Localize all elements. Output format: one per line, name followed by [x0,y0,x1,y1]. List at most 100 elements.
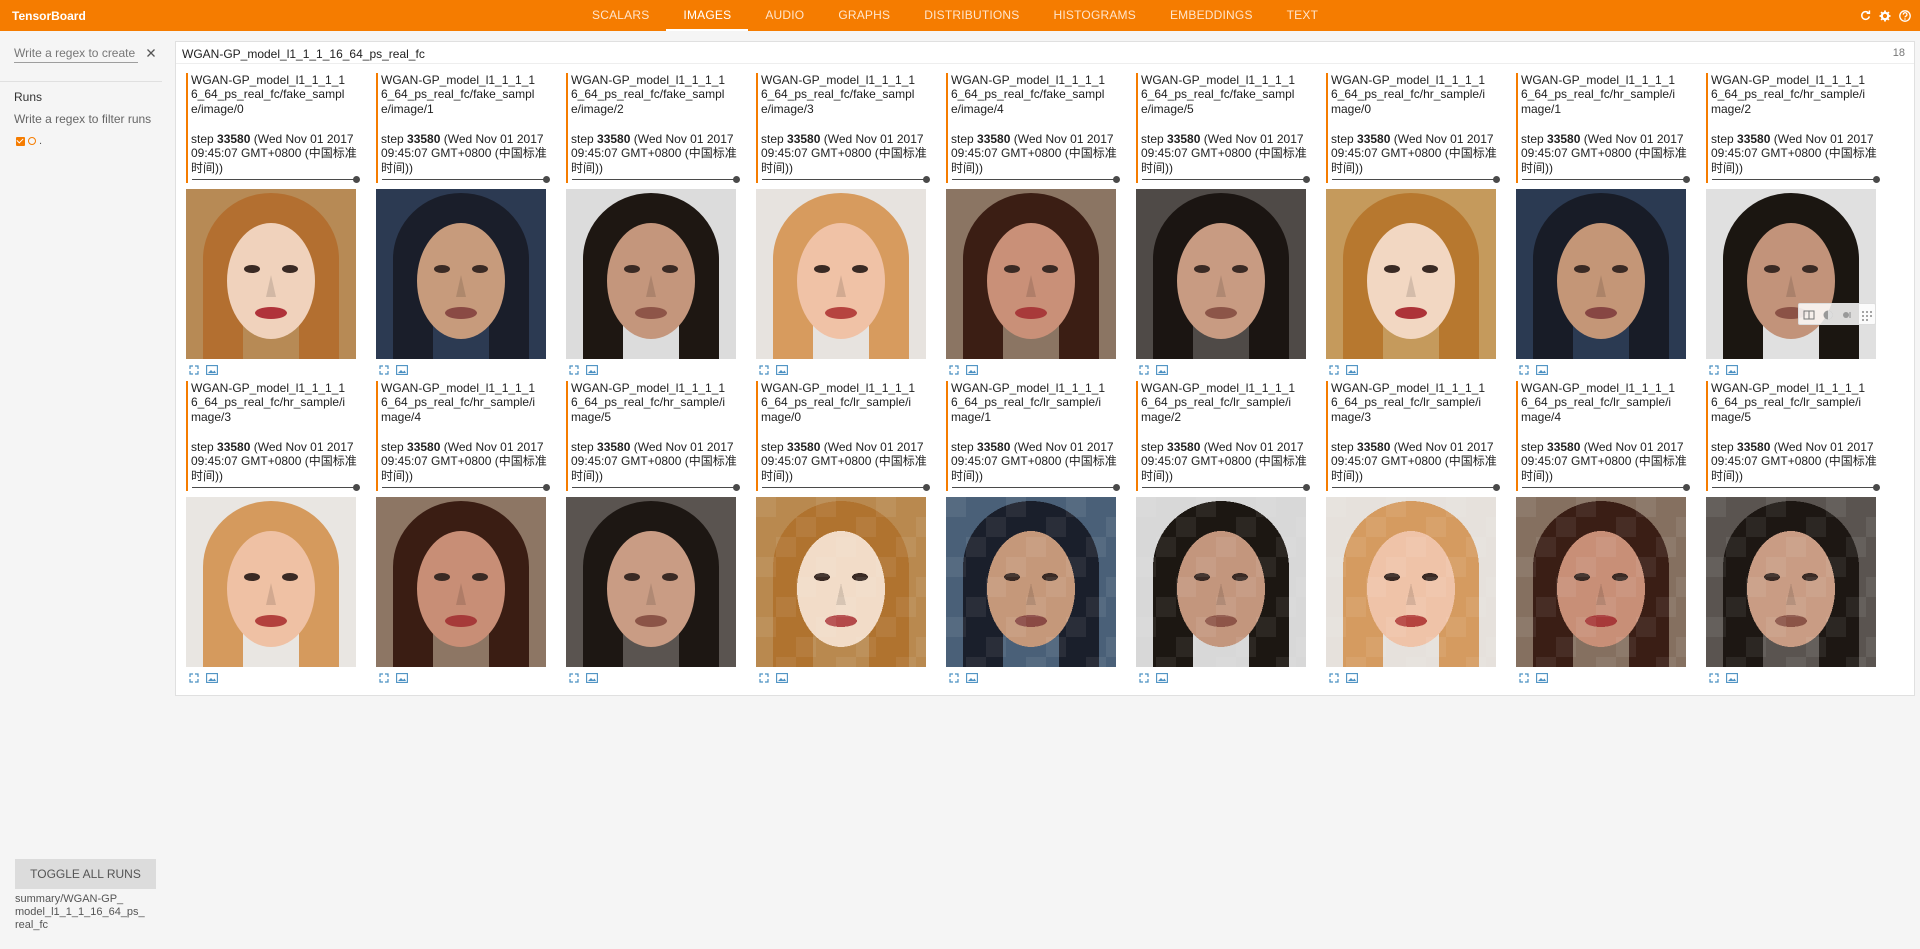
fullscreen-icon[interactable] [948,672,960,684]
sample-image[interactable] [1326,497,1496,667]
fullscreen-icon[interactable] [188,364,200,376]
drag-handle-icon[interactable] [1860,308,1872,321]
step-slider[interactable] [1712,484,1880,491]
image-actual-size-icon[interactable] [586,672,598,684]
fullscreen-icon[interactable] [758,364,770,376]
image-actual-size-icon[interactable] [1536,364,1548,376]
step-slider[interactable] [192,484,360,491]
step-slider[interactable] [1332,176,1500,183]
tag-group-regex-input[interactable] [14,43,138,63]
step-slider-knob[interactable] [923,176,930,183]
sample-image[interactable] [186,189,356,359]
step-slider-knob[interactable] [543,484,550,491]
sample-image[interactable] [756,497,926,667]
settings-icon[interactable] [1878,9,1892,23]
step-slider-knob[interactable] [1303,484,1310,491]
step-slider-knob[interactable] [1873,484,1880,491]
step-slider[interactable] [952,176,1120,183]
sample-image[interactable] [376,189,546,359]
sample-image[interactable] [1136,497,1306,667]
tab-audio[interactable]: AUDIO [748,0,821,31]
fullscreen-icon[interactable] [1708,672,1720,684]
image-actual-size-icon[interactable] [776,672,788,684]
step-slider[interactable] [192,176,360,183]
fullscreen-icon[interactable] [188,672,200,684]
image-actual-size-icon[interactable] [776,364,788,376]
close-icon[interactable] [146,45,158,57]
tab-images[interactable]: IMAGES [666,0,749,31]
step-slider[interactable] [1332,484,1500,491]
sample-image[interactable] [756,189,926,359]
image-actual-size-icon[interactable] [1156,672,1168,684]
help-icon[interactable] [1898,9,1912,23]
sample-image[interactable] [1516,497,1686,667]
sample-image[interactable] [1516,189,1686,359]
fullscreen-icon[interactable] [1138,672,1150,684]
fullscreen-icon[interactable] [378,364,390,376]
step-slider-knob[interactable] [1493,176,1500,183]
step-slider[interactable] [952,484,1120,491]
image-actual-size-icon[interactable] [966,364,978,376]
sample-image[interactable] [1706,497,1876,667]
fullscreen-icon[interactable] [758,672,770,684]
step-slider-knob[interactable] [1303,176,1310,183]
image-actual-size-icon[interactable] [206,364,218,376]
step-slider[interactable] [572,484,740,491]
sample-image[interactable] [566,497,736,667]
tab-histograms[interactable]: HISTOGRAMS [1037,0,1153,31]
step-slider-knob[interactable] [733,176,740,183]
step-slider-knob[interactable] [1113,176,1120,183]
tab-graphs[interactable]: GRAPHS [821,0,907,31]
step-slider[interactable] [1142,176,1310,183]
image-actual-size-icon[interactable] [396,672,408,684]
run-checkbox[interactable] [16,136,25,146]
step-slider[interactable] [1142,484,1310,491]
fullscreen-icon[interactable] [1328,364,1340,376]
step-slider-knob[interactable] [1113,484,1120,491]
fullscreen-icon[interactable] [1328,672,1340,684]
image-actual-size-icon[interactable] [1726,364,1738,376]
category-header[interactable]: WGAN-GP_model_l1_1_1_16_64_ps_real_fc 18 [176,42,1914,64]
sample-image[interactable] [1326,189,1496,359]
sample-image[interactable] [946,189,1116,359]
fullscreen-icon[interactable] [1518,672,1530,684]
sample-image[interactable] [566,189,736,359]
image-actual-size-icon[interactable] [966,672,978,684]
brightness-icon[interactable] [1822,308,1834,320]
step-slider[interactable] [762,176,930,183]
step-slider-knob[interactable] [353,484,360,491]
step-slider-knob[interactable] [1493,484,1500,491]
fullscreen-icon[interactable] [948,364,960,376]
step-slider-knob[interactable] [1683,176,1690,183]
tab-distributions[interactable]: DISTRIBUTIONS [907,0,1036,31]
compare-icon[interactable] [1803,308,1815,320]
step-slider-knob[interactable] [1683,484,1690,491]
fullscreen-icon[interactable] [1708,364,1720,376]
image-actual-size-icon[interactable] [206,672,218,684]
fullscreen-icon[interactable] [1138,364,1150,376]
step-slider[interactable] [1712,176,1880,183]
fullscreen-icon[interactable] [568,364,580,376]
image-actual-size-icon[interactable] [1726,672,1738,684]
fullscreen-icon[interactable] [1518,364,1530,376]
step-slider-knob[interactable] [353,176,360,183]
runs-regex-input[interactable] [14,110,162,128]
step-slider-knob[interactable] [733,484,740,491]
image-actual-size-icon[interactable] [396,364,408,376]
fullscreen-icon[interactable] [378,672,390,684]
step-slider[interactable] [572,176,740,183]
tab-scalars[interactable]: SCALARS [575,0,666,31]
refresh-icon[interactable] [1858,9,1872,23]
tab-text[interactable]: TEXT [1270,0,1335,31]
step-slider[interactable] [382,176,550,183]
sample-image[interactable] [1136,189,1306,359]
step-slider-knob[interactable] [923,484,930,491]
category-title[interactable]: WGAN-GP_model_l1_1_1_16_64_ps_real_fc [182,47,425,61]
fullscreen-icon[interactable] [568,672,580,684]
image-actual-size-icon[interactable] [1536,672,1548,684]
sample-image[interactable] [376,497,546,667]
tab-embeddings[interactable]: EMBEDDINGS [1153,0,1270,31]
sample-image[interactable] [946,497,1116,667]
step-slider-knob[interactable] [1873,176,1880,183]
contrast-icon[interactable] [1841,308,1853,320]
